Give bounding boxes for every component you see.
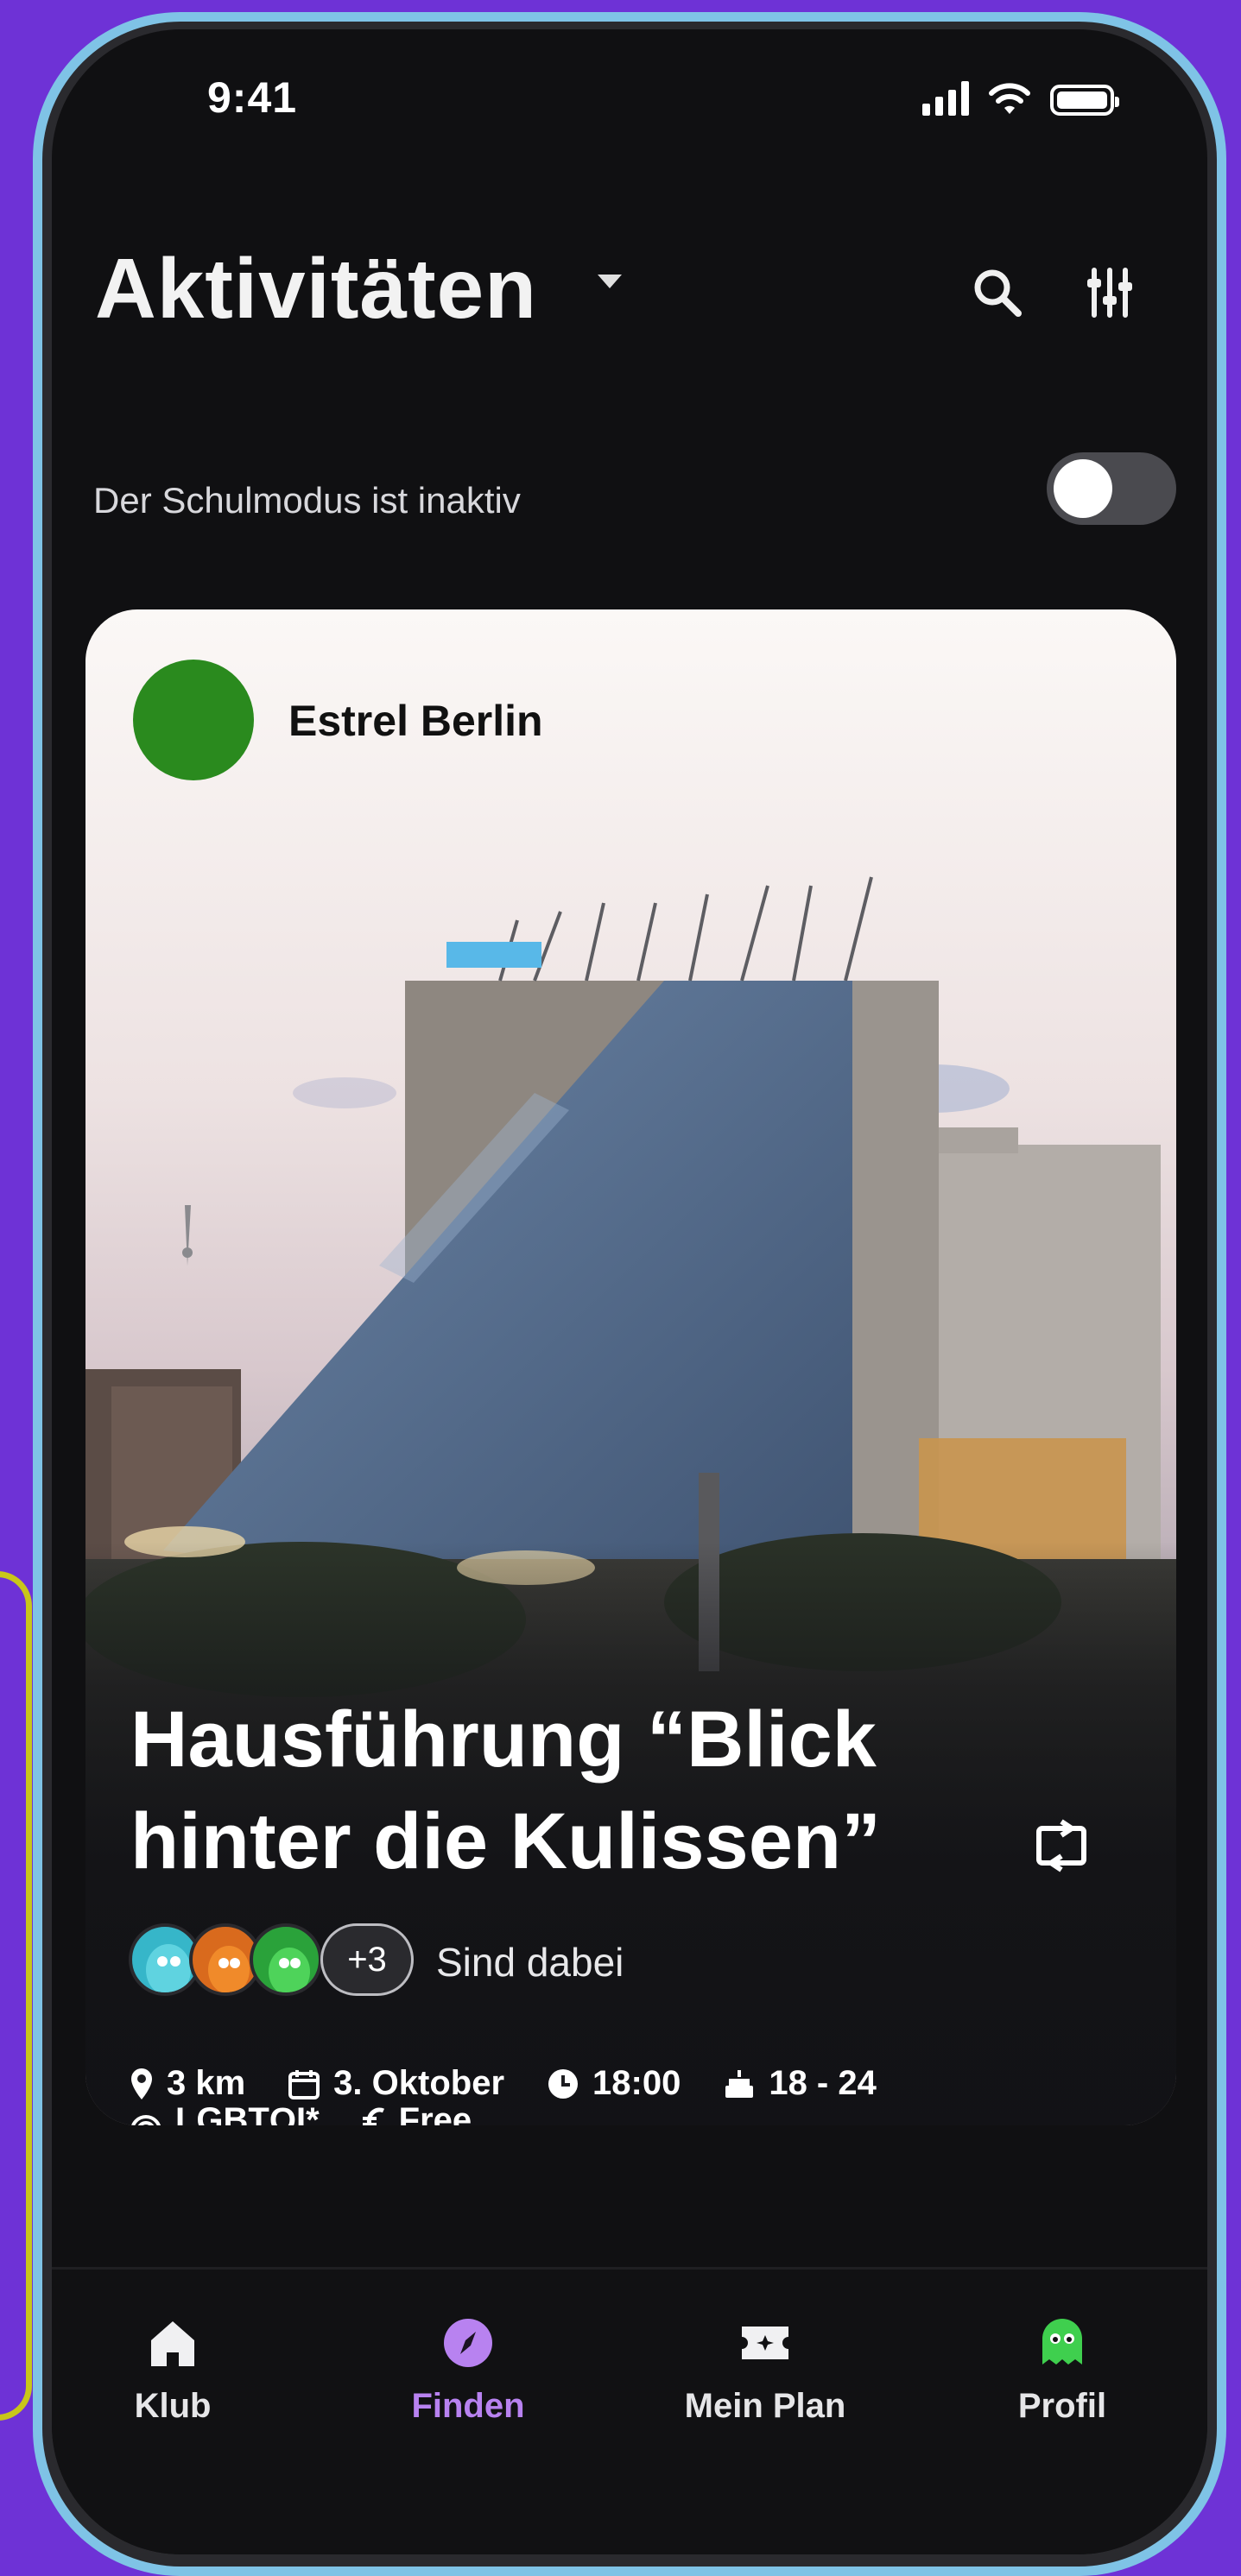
school-mode-row: Der Schulmodus ist inaktiv	[52, 452, 1207, 547]
event-title[interactable]: Hausführung “Blick hinter die Kulissen”	[130, 1689, 1037, 1892]
compass-icon	[444, 2319, 492, 2367]
euro-icon	[362, 2107, 384, 2125]
home-icon	[151, 2321, 194, 2366]
distance: 3 km	[129, 2064, 245, 2103]
event-meta-row-1: 3 km 3. Oktober 18:00 18 - 24	[129, 2064, 918, 2103]
location-pin-icon	[131, 2068, 152, 2099]
ticket-icon	[742, 2327, 788, 2359]
tab-label: Klub	[134, 2387, 212, 2425]
monster-avatar-icon	[1042, 2319, 1082, 2364]
participants-label: Sind dabei	[436, 1940, 624, 1985]
time-text: 18:00	[592, 2064, 681, 2102]
date-text: 3. Oktober	[333, 2064, 505, 2102]
tag-text: LGBTQI*	[175, 2101, 320, 2125]
tab-mein-plan[interactable]: Mein Plan	[670, 2313, 860, 2426]
tab-klub[interactable]: Klub	[78, 2313, 268, 2426]
chevron-down-icon[interactable]	[594, 271, 625, 292]
tab-profil[interactable]: Profil	[967, 2313, 1157, 2426]
status-time: 9:41	[207, 73, 298, 122]
background-decoration	[0, 1571, 32, 2421]
event-meta-row-2: LGBTQI* Free	[129, 2101, 513, 2125]
calendar-icon	[288, 2069, 320, 2099]
cellular-signal-icon	[922, 81, 969, 116]
date: 3. Oktober	[287, 2064, 504, 2103]
tab-finden[interactable]: Finden	[373, 2313, 563, 2426]
toggle-knob	[1054, 459, 1112, 518]
price: Free	[361, 2101, 472, 2125]
clock-icon	[548, 2068, 579, 2099]
sliders-icon	[1087, 268, 1132, 318]
repost-icon[interactable]	[1027, 1809, 1096, 1878]
participants-more-count: +3	[320, 1923, 414, 1996]
rainbow-icon	[130, 2114, 161, 2125]
participants-row[interactable]: +3 Sind dabei	[129, 1923, 733, 2001]
bottom-tab-bar: Klub Finden Mein Plan Profil	[52, 2267, 1207, 2554]
organizer-avatar	[133, 660, 254, 780]
school-mode-toggle[interactable]	[1047, 452, 1176, 525]
participant-avatar	[250, 1923, 322, 1996]
page-header: Aktivitäten	[52, 237, 1207, 340]
search-button[interactable]	[959, 254, 1036, 331]
age-range-text: 18 - 24	[769, 2064, 877, 2102]
organizer-name[interactable]: Estrel Berlin	[288, 696, 543, 746]
time: 18:00	[546, 2064, 681, 2103]
school-mode-label: Der Schulmodus ist inaktiv	[93, 480, 521, 521]
phone-screen: 9:41 Aktivitäten Der Schulmodus ist inak…	[52, 29, 1207, 2554]
cake-icon	[725, 2069, 754, 2098]
search-icon	[974, 269, 1022, 317]
tab-label: Profil	[1017, 2387, 1107, 2425]
event-card[interactable]: Estrel Berlin Hausführung “Blick hinter …	[85, 609, 1176, 2125]
filter-button[interactable]	[1071, 254, 1149, 331]
tab-label: Finden	[411, 2387, 525, 2425]
battery-icon	[1050, 85, 1119, 116]
age-range: 18 - 24	[722, 2064, 877, 2103]
distance-text: 3 km	[167, 2064, 246, 2102]
status-bar: 9:41	[52, 29, 1207, 150]
price-text: Free	[398, 2101, 472, 2125]
wifi-icon	[989, 83, 1030, 114]
tag: LGBTQI*	[129, 2101, 320, 2125]
tab-label: Mein Plan	[684, 2387, 846, 2425]
page-title[interactable]: Aktivitäten	[95, 237, 537, 340]
status-icons	[922, 81, 1119, 116]
